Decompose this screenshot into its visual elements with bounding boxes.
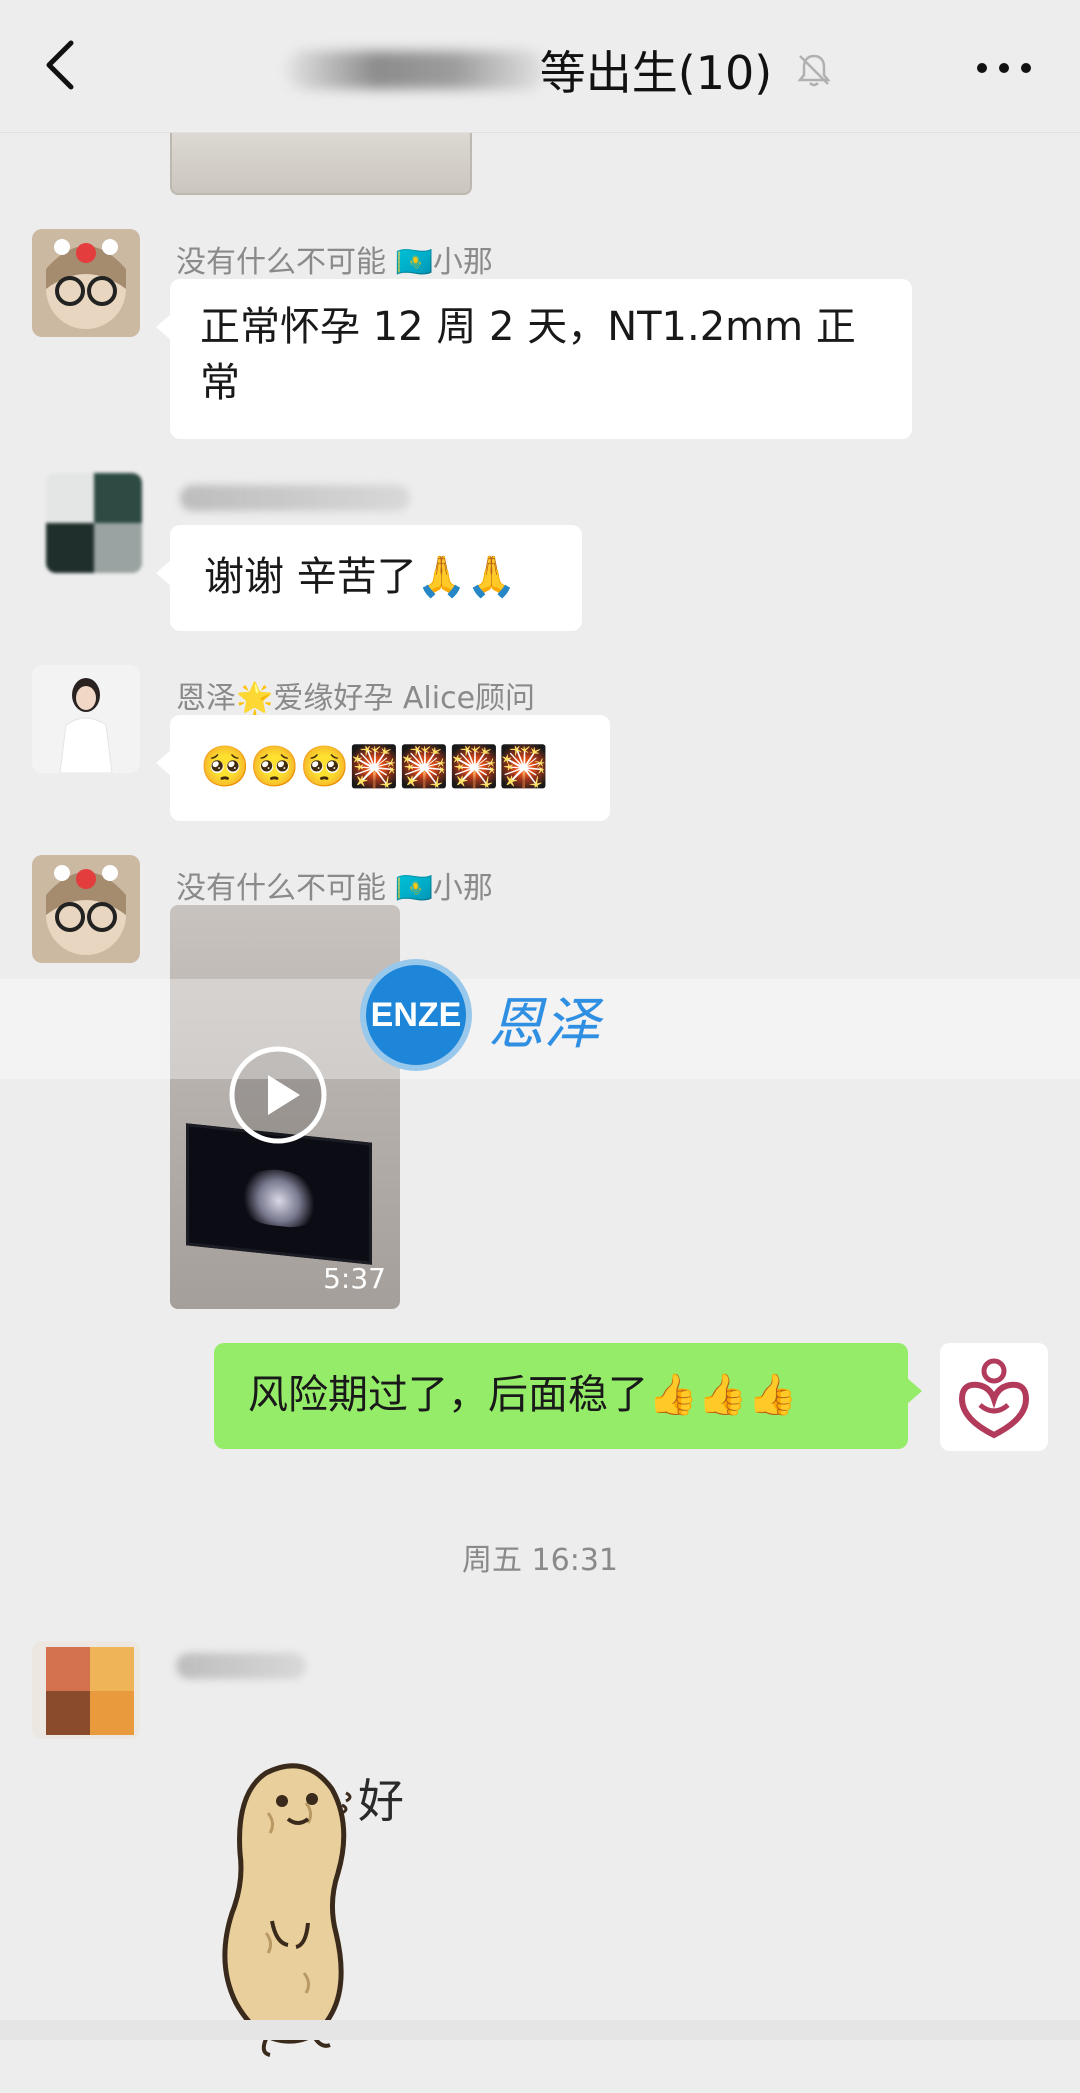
back-button[interactable] [28, 30, 92, 100]
sticker-text: 好 [358, 1774, 404, 1828]
chevron-left-icon [46, 40, 74, 90]
message-bubble[interactable]: 正常怀孕 12 周 2 天，NT1.2mm 正常 [156, 279, 912, 439]
avatar[interactable] [32, 229, 140, 337]
cartoon-avatar-image [32, 229, 140, 337]
video-message[interactable]: 5:37 [170, 905, 400, 1309]
chat-messages[interactable]: 没有什么不可能 🇰🇿小那 正常怀孕 12 周 2 天，NT1.2mm 正常 谢谢… [0, 133, 1080, 2057]
message-text: 风险期过了，后面稳了👍👍👍 [248, 1372, 798, 1418]
redacted-group-name [285, 51, 546, 89]
cartoon-avatar-image [32, 855, 140, 963]
previous-image-message[interactable] [170, 133, 472, 195]
chat-header: 等出生(10) [0, 0, 1080, 133]
more-dots-icon [977, 63, 1031, 73]
bottom-edge [0, 2020, 1080, 2040]
avatar[interactable] [32, 1641, 140, 1739]
avatar[interactable] [46, 473, 142, 573]
watermark-text: 恩泽 [488, 992, 600, 1057]
more-button[interactable] [964, 40, 1044, 96]
chat-title-area[interactable]: 等出生(10) [280, 30, 840, 110]
chat-title: 等出生(10) [539, 46, 773, 100]
redacted-sender-name [176, 1653, 306, 1679]
sender-name: 没有什么不可能 🇰🇿小那 [176, 245, 493, 280]
blurred-avatar-image [46, 473, 142, 573]
message-bubble[interactable]: 🥺🥺🥺🎇🎇🎇🎇 [156, 715, 610, 821]
heart-logo-icon [940, 1343, 1048, 1451]
self-avatar[interactable] [940, 1343, 1048, 1451]
video-duration: 5:37 [323, 1262, 386, 1295]
message-text: 🥺🥺🥺🎇🎇🎇🎇 [200, 744, 549, 790]
message-bubble-self[interactable]: 风险期过了，后面稳了👍👍👍 [214, 1343, 922, 1449]
sender-name: 没有什么不可能 🇰🇿小那 [176, 871, 493, 906]
avatar[interactable] [32, 855, 140, 963]
message-text: 谢谢 辛苦了🙏🙏 [204, 554, 517, 600]
watermark-logo: ENZE [360, 959, 472, 1071]
avatar[interactable] [32, 665, 140, 773]
message-bubble[interactable]: 谢谢 辛苦了🙏🙏 [156, 525, 582, 631]
blurred-avatar-image [32, 1641, 140, 1739]
timestamp: 周五 16:31 [462, 1543, 618, 1578]
message-text: 正常怀孕 12 周 2 天，NT1.2mm 正常 [200, 304, 856, 406]
bell-slash-icon [797, 54, 831, 87]
redacted-sender-name [180, 485, 410, 511]
sender-name: 恩泽🌟爱缘好孕 Alice顾问 [176, 681, 536, 716]
photo-avatar-image [32, 665, 140, 773]
